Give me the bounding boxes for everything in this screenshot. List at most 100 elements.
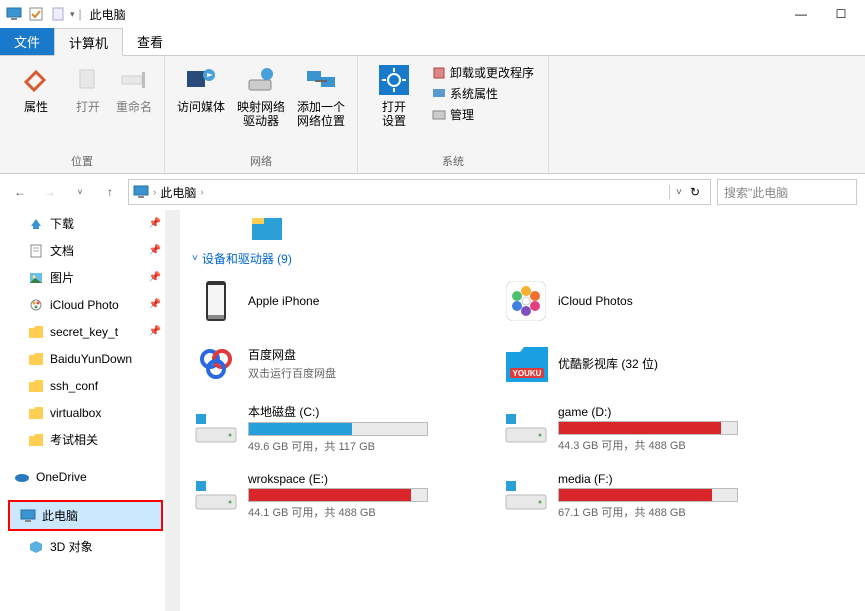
sidebar-item[interactable]: 考试相关 (0, 426, 179, 453)
system-properties-button[interactable]: 系统属性 (432, 85, 534, 102)
rename-button[interactable]: 重命名 (112, 60, 156, 114)
drive-icon (504, 474, 548, 518)
tab-computer[interactable]: 计算机 (54, 28, 123, 56)
dropdown-icon[interactable]: ˅ (676, 187, 682, 198)
sidebar-item-thispc[interactable]: 此电脑 (10, 502, 161, 529)
drive-tile[interactable]: media (F:)67.1 GB 可用，共 488 GB (502, 470, 812, 522)
device-tile[interactable]: iCloud Photos (502, 277, 812, 325)
device-subtitle: 双击运行百度网盘 (248, 365, 500, 381)
forward-button[interactable]: → (38, 180, 62, 204)
address-bar[interactable]: › 此电脑 › ˅ ↻ (128, 179, 711, 205)
map-drive-button[interactable]: 映射网络 驱动器 (233, 60, 289, 128)
ribbon-tabs: 文件 计算机 查看 (0, 28, 865, 56)
drive-tile[interactable]: 本地磁盘 (C:) 49.6 GB 可用，共 117 GB (192, 401, 502, 456)
drive-free-text: 49.6 GB 可用，共 117 GB (248, 438, 500, 454)
sidebar-item-label: ssh_conf (50, 379, 98, 393)
ribbon-group-system: 打开 设置 卸载或更改程序 系统属性 管理 系统 (358, 56, 549, 173)
title-bar: ▾ | 此电脑 — ☐ (0, 0, 865, 28)
properties-button[interactable]: 属性 (8, 60, 64, 114)
maximize-button[interactable]: ☐ (821, 0, 861, 28)
access-media-button[interactable]: 访问媒体 (173, 60, 229, 114)
folder-icon (28, 270, 44, 286)
sidebar-item-label: virtualbox (50, 406, 101, 420)
checkbox-icon[interactable] (26, 4, 46, 24)
pin-icon: 📌 (149, 245, 161, 256)
sidebar-item-label: iCloud Photo (50, 298, 119, 312)
thispc-icon[interactable] (4, 4, 24, 24)
drive-icon (194, 474, 238, 518)
folder-icon (28, 405, 44, 421)
device-tile[interactable]: YOUKU优酷影视库 (32 位) (502, 339, 812, 387)
add-network-location-button[interactable]: 添加一个 网络位置 (293, 60, 349, 128)
pin-icon: 📌 (149, 218, 161, 229)
sidebar-item-label: 图片 (50, 269, 74, 286)
folder-icon (28, 432, 44, 448)
youku-icon: YOUKU (504, 341, 548, 385)
sidebar-item-onedrive[interactable]: OneDrive (0, 463, 179, 490)
navigation-bar: ← → ˅ ↑ › 此电脑 › ˅ ↻ 搜索"此电脑 (0, 174, 865, 210)
uninstall-programs-button[interactable]: 卸载或更改程序 (432, 64, 534, 81)
ribbon-group-network: 访问媒体 映射网络 驱动器 添加一个 网络位置 网络 (165, 56, 358, 173)
minimize-button[interactable]: — (781, 0, 821, 28)
device-tile[interactable]: Apple iPhone (192, 277, 502, 325)
folder-icon (28, 297, 44, 313)
3dobjects-icon (28, 539, 44, 555)
sidebar-item[interactable]: 图片📌 (0, 264, 179, 291)
sidebar-item[interactable]: 文档 📌 (0, 237, 179, 264)
drive-usage-bar (558, 421, 738, 435)
window-title: 此电脑 (90, 6, 126, 23)
folder-icon (28, 378, 44, 394)
sidebar-scrollbar[interactable] (165, 210, 179, 611)
drive-tile[interactable]: wrokspace (E:) 44.1 GB 可用，共 488 GB (192, 470, 502, 522)
sidebar-item[interactable]: ssh_conf (0, 372, 179, 399)
device-tile[interactable]: 百度网盘双击运行百度网盘 (192, 339, 502, 387)
chevron-right-icon[interactable]: › (153, 187, 156, 198)
drive-tile[interactable]: game (D:)44.3 GB 可用，共 488 GB (502, 401, 812, 456)
thispc-icon (20, 508, 36, 524)
tab-view[interactable]: 查看 (123, 28, 177, 55)
open-settings-button[interactable]: 打开 设置 (366, 60, 422, 128)
document-icon[interactable] (48, 4, 68, 24)
drive-free-text: 44.1 GB 可用，共 488 GB (248, 504, 500, 520)
sidebar-item[interactable]: 下载📌 (0, 210, 179, 237)
tab-file[interactable]: 文件 (0, 28, 54, 55)
group-header-devices[interactable]: ˅ 设备和驱动器 (9) (192, 250, 853, 267)
drive-usage-bar (558, 488, 738, 502)
sidebar-item-label: 文档 (50, 242, 74, 259)
content-pane: ˅ 设备和驱动器 (9) Apple iPhoneiCloud Photos百度… (180, 210, 865, 611)
ribbon: 属性 打开 重命名 位置 访问媒体 映射网络 驱动器 (0, 56, 865, 174)
chevron-right-icon[interactable]: › (200, 187, 203, 198)
chevron-down-icon: ˅ (192, 253, 198, 264)
refresh-button[interactable]: ↻ (690, 185, 700, 199)
folder-icon[interactable] (252, 218, 282, 240)
sidebar-item-label: secret_key_t (50, 325, 118, 339)
sidebar-item[interactable]: BaiduYunDown (0, 345, 179, 372)
back-button[interactable]: ← (8, 180, 32, 204)
manage-button[interactable]: 管理 (432, 106, 534, 123)
sidebar-item[interactable]: secret_key_t📌 (0, 318, 179, 345)
sidebar-item-3dobjects[interactable]: 3D 对象 (0, 533, 179, 560)
recent-dropdown[interactable]: ˅ (68, 180, 92, 204)
sidebar-item[interactable]: iCloud Photo📌 (0, 291, 179, 318)
drive-name: media (F:) (558, 472, 810, 486)
sidebar-item[interactable]: virtualbox (0, 399, 179, 426)
onedrive-icon (14, 469, 30, 485)
search-input[interactable]: 搜索"此电脑 (717, 179, 857, 205)
folder-icon (28, 351, 44, 367)
folder-icon (28, 324, 44, 340)
navigation-pane: 下载📌文档📌图片📌iCloud Photo📌secret_key_t📌Baidu… (0, 210, 180, 611)
thispc-icon (133, 185, 149, 199)
separator: | (79, 7, 82, 21)
device-name: Apple iPhone (248, 294, 500, 308)
drive-name: 本地磁盘 (C:) (248, 403, 500, 420)
folder-icon (28, 216, 44, 232)
sidebar-item-label: 考试相关 (50, 431, 98, 448)
up-button[interactable]: ↑ (98, 180, 122, 204)
open-button[interactable]: 打开 (68, 60, 108, 114)
folder-icon (28, 243, 44, 259)
drive-icon (504, 407, 548, 451)
breadcrumb[interactable]: 此电脑 (160, 184, 196, 201)
device-name: 百度网盘 (248, 346, 500, 363)
drive-name: wrokspace (E:) (248, 472, 500, 486)
dropdown-caret-icon[interactable]: ▾ (70, 9, 75, 20)
